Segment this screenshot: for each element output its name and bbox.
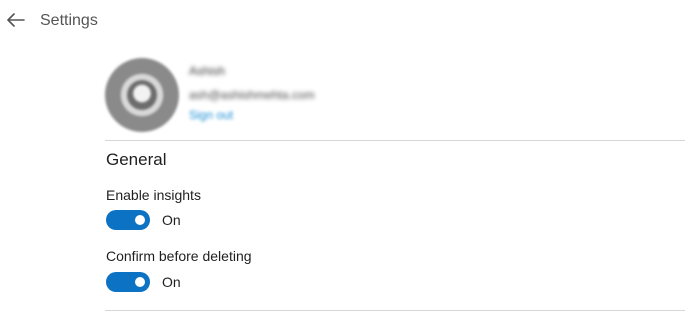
profile-email: ash@ashishmehta.com (189, 88, 315, 102)
profile-name: Ashish (189, 64, 226, 78)
sign-out-link[interactable]: Sign out (189, 108, 233, 122)
header: Settings (0, 0, 700, 44)
confirm-before-deleting-toggle[interactable] (106, 272, 150, 292)
arrow-left-icon (7, 13, 25, 27)
setting-row-confirm-before-deleting: On (106, 272, 181, 292)
setting-row-enable-insights: On (106, 210, 181, 230)
setting-label-confirm-before-deleting: Confirm before deleting (106, 248, 252, 264)
section-title-general: General (106, 150, 167, 169)
back-button[interactable] (4, 8, 28, 32)
page-title: Settings (40, 12, 98, 29)
divider (105, 310, 685, 311)
toggle-state-label: On (162, 212, 181, 228)
toggle-state-label: On (162, 274, 181, 290)
toggle-knob (135, 277, 145, 287)
avatar (105, 58, 179, 132)
divider (105, 140, 685, 141)
toggle-knob (135, 215, 145, 225)
enable-insights-toggle[interactable] (106, 210, 150, 230)
setting-label-enable-insights: Enable insights (106, 187, 201, 203)
profile-card: Ashish ash@ashishmehta.com Sign out (105, 58, 685, 138)
